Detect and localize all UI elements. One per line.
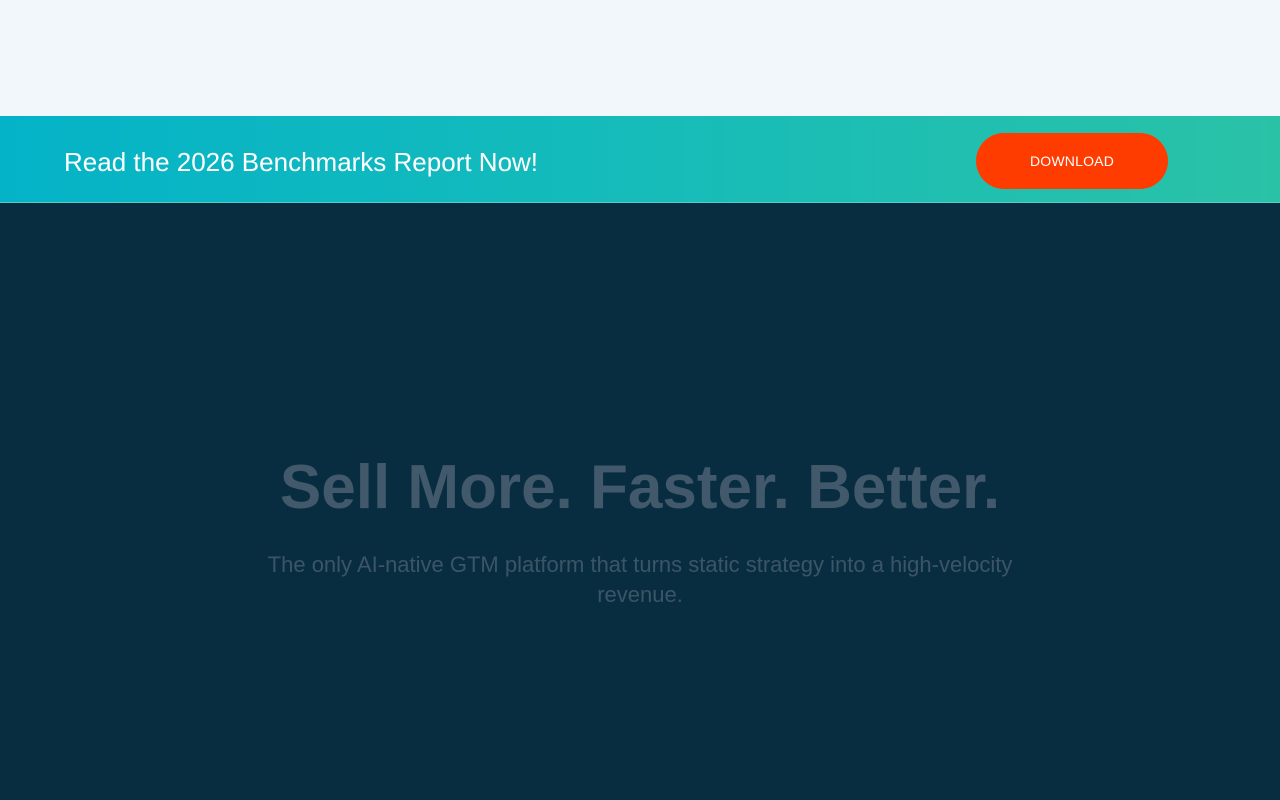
site-header <box>0 0 1280 116</box>
promo-banner: Read the 2026 Benchmarks Report Now! DOW… <box>0 116 1280 203</box>
hero-title: Sell More. Faster. Better. <box>279 453 1001 522</box>
download-button[interactable]: DOWNLOAD <box>976 133 1168 189</box>
hero-subtitle: The only AI-native GTM platform that tur… <box>267 552 1013 607</box>
page: Read the 2026 Benchmarks Report Now! DOW… <box>0 0 1280 800</box>
promo-banner-text: Read the 2026 Benchmarks Report Now! <box>64 147 539 177</box>
hero-section: Sell More. Faster. Better. The only AI-n… <box>0 204 1280 800</box>
